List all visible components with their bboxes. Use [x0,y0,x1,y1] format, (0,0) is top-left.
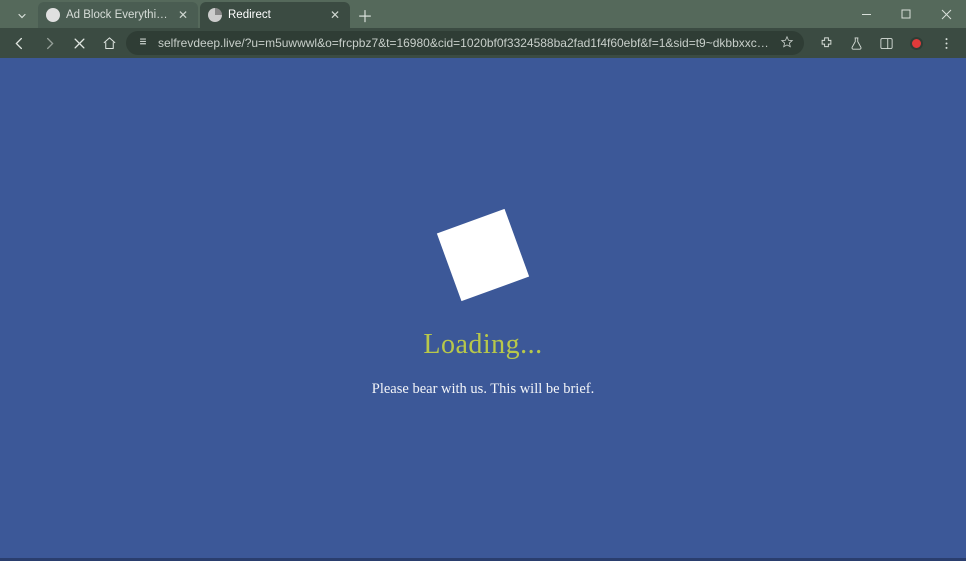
toolbar-right [812,30,960,56]
stop-reload-button[interactable] [66,30,92,56]
new-tab-button[interactable]: ＋ [352,2,378,28]
close-window-button[interactable] [926,0,966,28]
extensions-icon[interactable] [812,30,840,56]
favicon-icon [46,8,60,22]
bookmark-star-icon[interactable] [780,35,794,52]
address-bar[interactable]: selfrevdeep.live/?u=m5uwwwl&o=frcpbz7&t=… [126,31,804,55]
site-info-icon[interactable] [136,35,150,52]
labs-icon[interactable] [842,30,870,56]
tab-search-button[interactable] [10,4,34,28]
loading-heading: Loading... [423,329,542,361]
maximize-button[interactable] [886,0,926,28]
loading-spinner-icon [437,208,529,300]
close-icon[interactable]: ✕ [176,8,190,22]
back-button[interactable] [6,30,32,56]
tab-strip: Ad Block Everything – Chrome ✕ Redirect … [0,0,846,28]
favicon-icon [208,8,222,22]
titlebar: Ad Block Everything – Chrome ✕ Redirect … [0,0,966,28]
loading-subtext: Please bear with us. This will be brief. [372,381,594,398]
url-text: selfrevdeep.live/?u=m5uwwwl&o=frcpbz7&t=… [158,36,772,50]
minimize-button[interactable] [846,0,886,28]
tab-title: Ad Block Everything – Chrome [66,9,170,21]
tab-title: Redirect [228,9,322,21]
tab-0[interactable]: Ad Block Everything – Chrome ✕ [38,2,198,28]
home-button[interactable] [96,30,122,56]
forward-button[interactable] [36,30,62,56]
page-content: Loading... Please bear with us. This wil… [0,58,966,558]
toolbar: selfrevdeep.live/?u=m5uwwwl&o=frcpbz7&t=… [0,28,966,58]
window-controls [846,0,966,28]
tab-1[interactable]: Redirect ✕ [200,2,350,28]
close-icon[interactable]: ✕ [328,8,342,22]
menu-button[interactable] [932,30,960,56]
recording-indicator-icon[interactable] [902,30,930,56]
side-panel-icon[interactable] [872,30,900,56]
